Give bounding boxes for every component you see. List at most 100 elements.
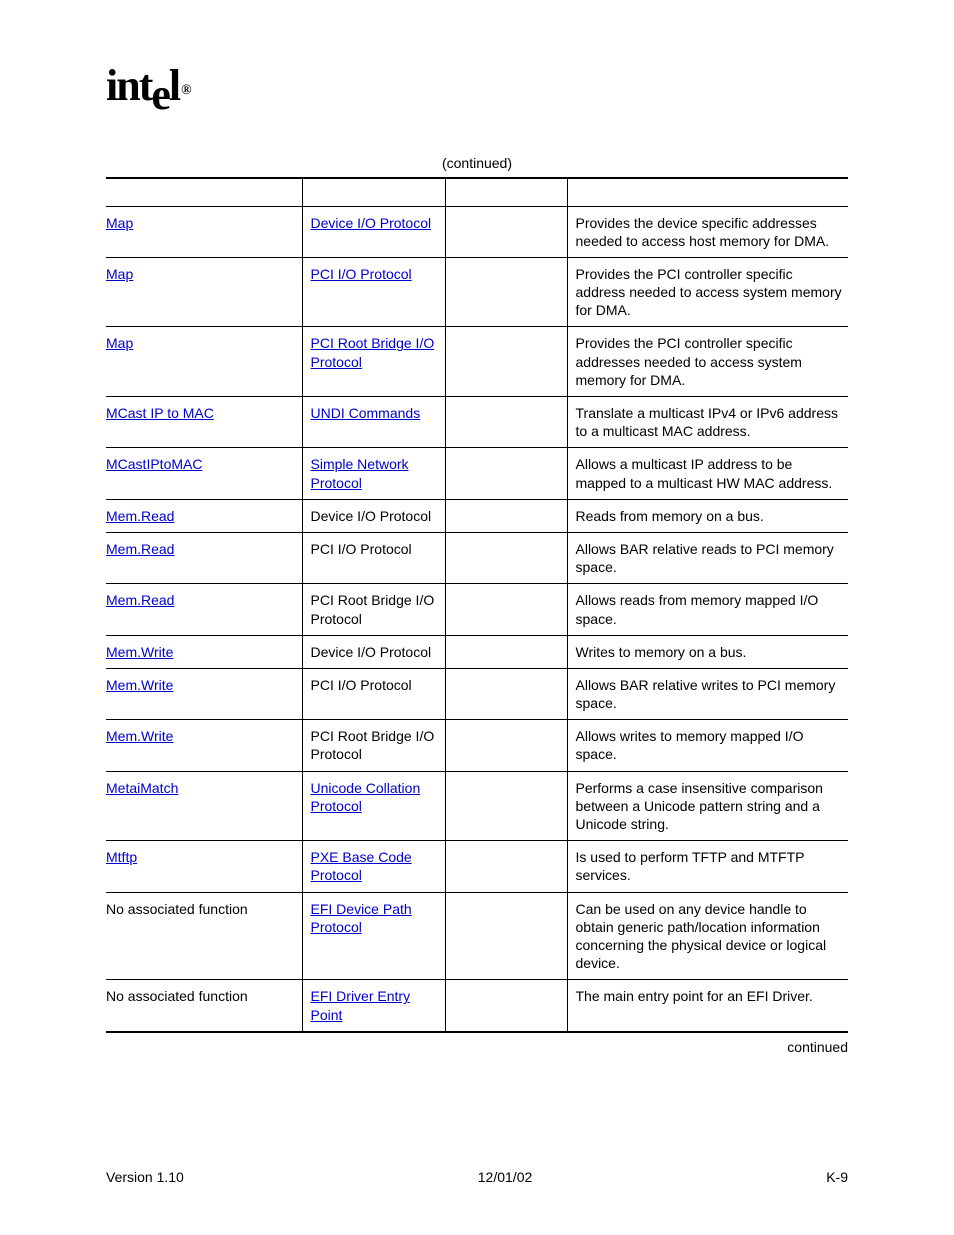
function-link[interactable]: Map (106, 266, 133, 282)
empty-cell (445, 448, 567, 499)
protocol-cell: EFI Driver Entry Point (302, 980, 445, 1032)
function-link[interactable]: Mem.Write (106, 677, 173, 693)
description-cell: The main entry point for an EFI Driver. (567, 980, 848, 1032)
function-name-cell: No associated function (106, 980, 302, 1032)
table-header-cell (445, 178, 567, 206)
table-caption: (continued) (106, 155, 848, 171)
function-name-cell: Map (106, 257, 302, 327)
table-row: Mem.WritePCI Root Bridge I/O ProtocolAll… (106, 720, 848, 771)
table-row: Mem.Write PCI I/O Protocol Allows BAR rela… (106, 668, 848, 719)
function-link[interactable]: Mem.Read (106, 508, 174, 524)
empty-cell (445, 841, 567, 892)
protocol-cell: Unicode Collation Protocol (302, 771, 445, 841)
function-link[interactable]: Mtftp (106, 849, 137, 865)
function-name-cell: Mem.Read (106, 584, 302, 635)
empty-cell (445, 635, 567, 668)
function-name-cell: Mem.Write (106, 720, 302, 771)
empty-cell (445, 327, 567, 397)
table-row: Map Device I/O Protocol Provides the devic… (106, 206, 848, 257)
protocol-cell: PCI Root Bridge I/O Protocol (302, 720, 445, 771)
table-row: No associated function EFI Device Path Pr… (106, 892, 848, 980)
function-link[interactable]: Mem.Write (106, 728, 173, 744)
protocol-link[interactable]: UNDI Commands (311, 405, 421, 421)
empty-cell (445, 771, 567, 841)
description-cell: Allows reads from memory mapped I/O spac… (567, 584, 848, 635)
protocol-cell: Device I/O Protocol (302, 499, 445, 532)
function-link[interactable]: MCastIPtoMAC (106, 456, 202, 472)
empty-cell (445, 720, 567, 771)
empty-cell (445, 668, 567, 719)
protocol-cell: Simple Network Protocol (302, 448, 445, 499)
description-cell: Translate a multicast IPv4 or IPv6 addre… (567, 397, 848, 448)
description-cell: Can be used on any device handle to obta… (567, 892, 848, 980)
function-link[interactable]: Mem.Write (106, 644, 173, 660)
footer-version: Version 1.10 (106, 1169, 184, 1185)
protocol-cell: PCI Root Bridge I/O Protocol (302, 327, 445, 397)
table-header-cell (302, 178, 445, 206)
protocol-link[interactable]: PXE Base Code Protocol (311, 849, 412, 883)
empty-cell (445, 499, 567, 532)
protocol-cell: PCI I/O Protocol (302, 257, 445, 327)
function-name-cell: MCast IP to MAC (106, 397, 302, 448)
footer-date: 12/01/02 (478, 1169, 533, 1185)
protocol-link[interactable]: EFI Device Path Protocol (311, 901, 412, 935)
description-cell: Allows a multicast IP address to be mapp… (567, 448, 848, 499)
table-row: MCastIPtoMAC Simple Network Protocol Allow… (106, 448, 848, 499)
table-row: Mtftp PXE Base Code Protocol Is used to pe… (106, 841, 848, 892)
intel-logo: intel® (106, 60, 188, 111)
table-row: Map PCI Root Bridge I/O Protocol Provides … (106, 327, 848, 397)
empty-cell (445, 980, 567, 1032)
table-row: MetaiMatch Unicode Collation Protocol Perf… (106, 771, 848, 841)
table-header-cell (567, 178, 848, 206)
function-name-cell: Mem.Write (106, 668, 302, 719)
description-cell: Provides the device specific addresses n… (567, 206, 848, 257)
table-row: Mem.ReadPCI I/O ProtocolAllows BAR relat… (106, 532, 848, 583)
function-name-cell: MetaiMatch (106, 771, 302, 841)
function-link[interactable]: MetaiMatch (106, 780, 178, 796)
table-row: Mem.Read Device I/O Protocol Reads from me… (106, 499, 848, 532)
description-cell: Is used to perform TFTP and MTFTP servic… (567, 841, 848, 892)
description-cell: Allows BAR relative writes to PCI memory… (567, 668, 848, 719)
function-name-cell: MCastIPtoMAC (106, 448, 302, 499)
function-link[interactable]: Mem.Read (106, 592, 174, 608)
protocol-link[interactable]: PCI I/O Protocol (311, 266, 412, 282)
description-cell: Writes to memory on a bus. (567, 635, 848, 668)
protocol-cell: Device I/O Protocol (302, 206, 445, 257)
description-cell: Reads from memory on a bus. (567, 499, 848, 532)
protocol-cell: PCI I/O Protocol (302, 668, 445, 719)
protocol-cell: EFI Device Path Protocol (302, 892, 445, 980)
table-row: Map PCI I/O Protocol Provides the PCI cont… (106, 257, 848, 327)
function-name-cell: Mem.Write (106, 635, 302, 668)
table-row: No associated function EFI Driver Entry P… (106, 980, 848, 1032)
table-row: Mem.WriteDevice I/O ProtocolWrites to me… (106, 635, 848, 668)
function-name-cell: Map (106, 206, 302, 257)
protocol-link[interactable]: Simple Network Protocol (311, 456, 409, 490)
table-header-cell (106, 178, 302, 206)
footer-page-number: K-9 (826, 1169, 848, 1185)
protocol-cell: PCI Root Bridge I/O Protocol (302, 584, 445, 635)
function-link[interactable]: Map (106, 215, 133, 231)
empty-cell (445, 584, 567, 635)
description-cell: Allows BAR relative reads to PCI memory … (567, 532, 848, 583)
function-name-cell: Mtftp (106, 841, 302, 892)
function-name-cell: Map (106, 327, 302, 397)
protocol-link[interactable]: EFI Driver Entry Point (311, 988, 411, 1022)
continued-label: continued (106, 1039, 848, 1055)
function-name-cell: Mem.Read (106, 499, 302, 532)
protocol-cell: PXE Base Code Protocol (302, 841, 445, 892)
function-link[interactable]: Mem.Read (106, 541, 174, 557)
empty-cell (445, 892, 567, 980)
function-link[interactable]: MCast IP to MAC (106, 405, 214, 421)
description-cell: Performs a case insensitive comparison b… (567, 771, 848, 841)
protocol-link[interactable]: Device I/O Protocol (311, 215, 432, 231)
function-name-cell: Mem.Read (106, 532, 302, 583)
protocol-link[interactable]: Unicode Collation Protocol (311, 780, 421, 814)
description-cell: Provides the PCI controller specific add… (567, 257, 848, 327)
protocol-link[interactable]: PCI Root Bridge I/O Protocol (311, 335, 435, 369)
empty-cell (445, 206, 567, 257)
functions-table: Map Device I/O Protocol Provides the devic… (106, 177, 848, 1033)
table-row: MCast IP to MAC UNDI Commands Translate a … (106, 397, 848, 448)
function-name-cell: No associated function (106, 892, 302, 980)
function-link[interactable]: Map (106, 335, 133, 351)
description-cell: Provides the PCI controller specific add… (567, 327, 848, 397)
